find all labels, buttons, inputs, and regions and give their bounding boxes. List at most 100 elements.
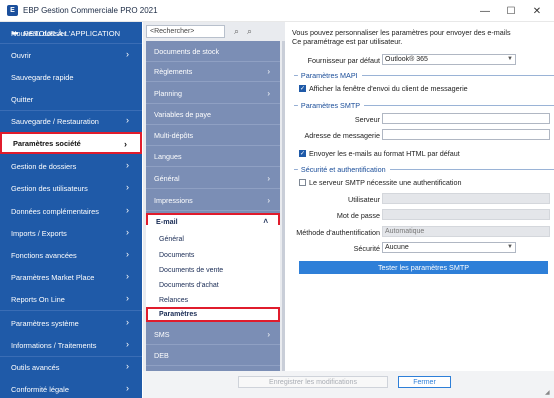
security-select[interactable]: Aucune ▼ [382,242,516,253]
save-changes-button: Enregistrer les modifications [238,376,388,388]
smtp-auth-checkbox[interactable] [299,179,306,186]
sidebar-item-conformite-legale[interactable]: Conformité légale › [0,378,142,398]
sidebar-item-gestion-de-dossiers[interactable]: Gestion de dossiers › [0,155,142,177]
chevron-right-icon: › [126,49,129,59]
chevron-right-icon: › [126,227,129,237]
server-input[interactable] [382,113,550,124]
sidebar-item-label: Sauvegarde / Restauration [11,116,99,126]
security-value: Aucune [385,244,409,251]
category-item-documents-de-stock[interactable]: Documents de stock [146,41,280,61]
app-logo-icon: E [7,5,18,16]
sidebar-item-label: Paramètres Market Place [11,272,95,282]
sidebar-item-label: Ouvrir [11,50,32,60]
search-icon[interactable]: ⌕ [230,25,243,38]
sidebar-item-parametres-societe[interactable]: Paramètres société › [0,132,142,154]
category-item-label: Planning [154,88,182,98]
mapi-section-header[interactable]: – Paramètres MAPI [294,70,554,80]
sidebar-item-sauvegarde-rapide[interactable]: Sauvegarde rapide [0,66,142,88]
password-input [382,209,550,220]
email-address-input[interactable] [382,129,550,140]
minimize-button[interactable]: — [472,0,498,22]
sidebar-item-sauvegarde-restauration[interactable]: Sauvegarde / Restauration › [0,110,142,132]
chevron-right-icon: › [126,115,129,125]
sidebar-item-parametres-systeme[interactable]: Paramètres système › [0,312,142,334]
category-item-general[interactable]: Général › [146,168,280,188]
chevron-right-icon: › [126,205,129,215]
chevron-right-icon: › [126,293,129,303]
sidebar-item-label: Nouveau dossier [11,28,67,38]
category-item-planning[interactable]: Planning › [146,83,280,103]
sidebar-item-label: Sauvegarde rapide [11,72,74,82]
close-button[interactable]: Fermer [398,376,451,388]
server-label: Serveur [354,115,380,124]
sidebar-item-quitter[interactable]: Quitter [0,88,142,110]
sidebar-item-imports-exports[interactable]: Imports / Exports › [0,222,142,244]
auth-method-input: Automatique [382,226,550,237]
email-subitem-documents[interactable]: Documents [146,248,280,262]
sidebar-item-outils-avances[interactable]: Outils avancés › [0,356,142,378]
category-item-sms[interactable]: SMS › [146,324,280,344]
sidebar-divider [0,310,142,311]
chevron-right-icon: › [126,383,129,393]
section-divider [361,74,554,76]
main-menu-sidebar: ⬅ RETOUR À L'APPLICATION Nouveau dossier… [0,22,142,398]
email-subitem-parametres[interactable]: Paramètres [146,307,280,322]
html-format-checkbox[interactable]: ✓ [299,150,306,157]
search-options-icon[interactable]: ⌕ [243,25,256,38]
settings-category-column: <Rechercher> ⌕ ⌕ Documents de stock Règle… [143,22,285,398]
sidebar-item-fonctions-avancees[interactable]: Fonctions avancées › [0,244,142,266]
sidebar-item-nouveau-dossier[interactable]: Nouveau dossier [0,22,142,44]
category-item-impressions[interactable]: Impressions › [146,190,280,210]
category-item-label: SMS [154,329,170,339]
category-item-langues[interactable]: Langues [146,146,280,166]
sidebar-item-label: Conformité légale [11,384,69,394]
sidebar-item-label: Données complémentaires [11,206,99,216]
resize-grip-icon[interactable]: ◢ [545,389,552,396]
maximize-button[interactable]: ☐ [498,0,524,22]
close-window-button[interactable]: ✕ [524,0,550,22]
email-subitem-documents-de-vente[interactable]: Documents de vente [146,263,280,277]
test-smtp-button[interactable]: Tester les paramètres SMTP [299,261,548,274]
sidebar-item-parametres-market-place[interactable]: Paramètres Market Place › [0,266,142,288]
provider-select[interactable]: Outlook® 365 ▼ [382,54,516,65]
sidebar-item-reports-on-line[interactable]: Reports On Line › [0,288,142,310]
security-section-header[interactable]: – Sécurité et authentification [294,164,554,174]
category-item-label: Documents de stock [154,46,220,56]
sidebar-item-ouvrir[interactable]: Ouvrir › [0,44,142,66]
category-item-label: Impressions [154,195,193,205]
email-subitem-documents-d-achat[interactable]: Documents d'achat [146,278,280,292]
sidebar-item-informations-traitements[interactable]: Informations / Traitements › [0,334,142,356]
provider-label: Fournisseur par défaut [307,56,380,65]
chevron-down-icon: › [267,329,270,339]
chevron-right-icon: › [126,160,129,170]
section-divider [364,104,554,106]
email-subitem-relances[interactable]: Relances [146,293,280,307]
category-scrollbar[interactable] [282,41,285,386]
sidebar-item-donnees-complementaires[interactable]: Données complémentaires › [0,200,142,222]
category-item-variables-de-paye[interactable]: Variables de paye [146,104,280,124]
chevron-right-icon: › [126,317,129,327]
sidebar-item-label: Gestion de dossiers [11,161,77,171]
category-item-label: Variables de paye [154,109,212,119]
sidebar-item-gestion-des-utilisateurs[interactable]: Gestion des utilisateurs › [0,177,142,199]
mapi-show-window-checkbox[interactable]: ✓ [299,85,306,92]
chevron-right-icon: › [126,182,129,192]
category-divider [146,188,280,189]
chevron-right-icon: › [126,339,129,349]
search-input[interactable]: <Rechercher> [146,25,225,38]
sidebar-item-label: Reports On Line [11,294,65,304]
chevron-down-icon: ▼ [507,244,513,250]
smtp-section-title: Paramètres SMTP [300,100,361,110]
category-item-deb[interactable]: DEB [146,345,280,365]
user-label: Utilisateur [348,195,380,204]
category-item-multi-depots[interactable]: Multi-dépôts [146,125,280,145]
category-item-label: Multi-dépôts [154,130,194,140]
smtp-section-header[interactable]: – Paramètres SMTP [294,100,554,110]
intro-text-line1: Vous pouvez personnaliser les paramètres… [292,28,511,37]
chevron-down-icon: ▼ [507,56,513,62]
category-item-reglements[interactable]: Règlements › [146,61,280,81]
email-subitem-general[interactable]: Général [146,232,280,246]
security-section-title: Sécurité et authentification [300,164,386,174]
sidebar-item-label: Gestion des utilisateurs [11,183,88,193]
category-divider [146,166,280,167]
